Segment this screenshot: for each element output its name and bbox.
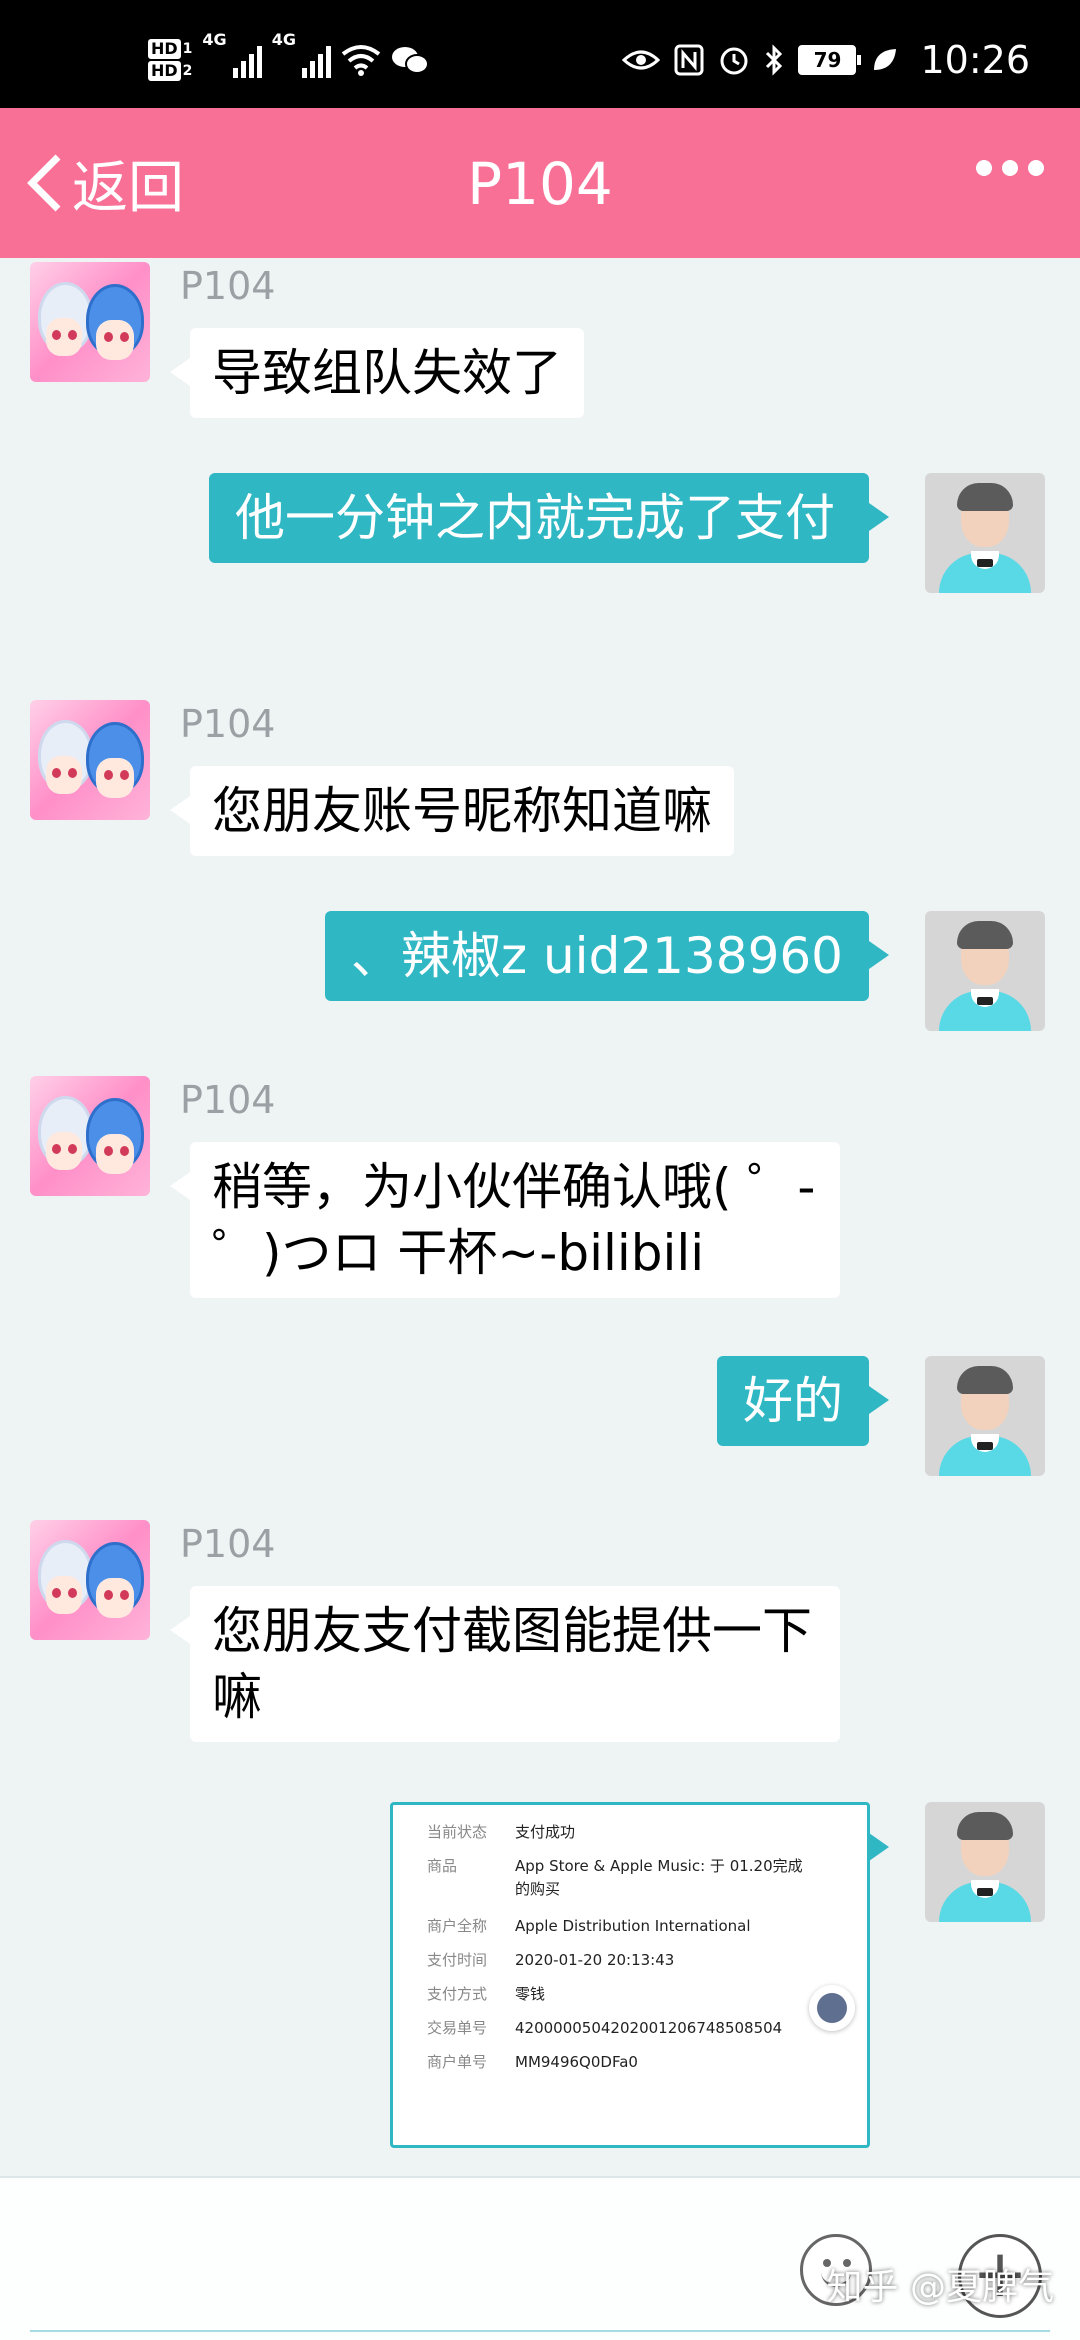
hd1-sub: 1 (182, 41, 193, 57)
receipt-row: 当前状态 支付成功 (427, 1821, 835, 1844)
hd-indicators: HD 1 HD 2 (148, 39, 192, 81)
receipt-label: 支付方式 (427, 1985, 488, 2003)
wifi-icon (341, 45, 381, 76)
hd1-badge: HD (148, 39, 181, 59)
receipt-row: 商品 App Store & Apple Music: 于 01.20完成的购买 (427, 1855, 815, 1901)
agent-avatar[interactable] (30, 262, 150, 382)
eye-comfort-icon (622, 50, 661, 70)
battery-icon: 79 (798, 45, 862, 75)
message-bubble-out[interactable]: 他一分钟之内就完成了支付 (209, 473, 889, 563)
nav-header: 返回 P104 (0, 108, 1080, 258)
receipt-value: 4200000504202001206748508504 (515, 2019, 783, 2037)
receipt-label: 当前状态 (427, 1823, 488, 1841)
user-avatar[interactable] (925, 1356, 1045, 1476)
receipt-row: 商户单号 MM9496Q0DFa0 (427, 2051, 835, 2074)
signal-icon-2 (301, 42, 331, 78)
agent-avatar[interactable] (30, 700, 150, 820)
agent-avatar[interactable] (30, 1076, 150, 1196)
signal-icon-1 (232, 42, 262, 78)
message-bubble-in[interactable]: 您朋友支付截图能提供一下嘛 (170, 1586, 840, 1742)
page-title: P104 (467, 150, 613, 218)
hd2-badge: HD (148, 61, 181, 81)
sender-name: P104 (180, 1078, 276, 1122)
chat-list[interactable]: P104 导致组队失效了 他一分钟之内就完成了支付 P104 您朋友账号昵称知道… (0, 258, 1080, 2176)
message-bubble-out[interactable]: 、辣椒z uid2138960 (324, 911, 890, 1001)
sender-name: P104 (180, 1522, 276, 1566)
sender-name: P104 (180, 702, 276, 746)
network-type-2: 4G (271, 30, 296, 49)
leaf-icon (874, 49, 897, 70)
message-bubble-in[interactable]: 稍等，为小伙伴确认哦( ゜- ゜)つロ 干杯~-bilibili (170, 1142, 840, 1298)
receipt-row: 商户全称 Apple Distribution International (427, 1915, 835, 1938)
alarm-icon (720, 47, 748, 75)
receipt-label: 商户全称 (427, 1917, 488, 1935)
receipt-value: 2020-01-20 20:13:43 (515, 1951, 675, 1969)
message-input[interactable] (30, 2330, 1050, 2332)
status-left: HD 1 HD 2 4G 4G (148, 30, 429, 90)
receipt-value: 零钱 (515, 1985, 546, 2003)
receipt-value: Apple Distribution International (515, 1917, 751, 1935)
hd2-sub: 2 (182, 63, 193, 79)
user-avatar[interactable] (925, 911, 1045, 1031)
bluetooth-icon (766, 44, 783, 76)
message-bubble-out[interactable]: 好的 (717, 1356, 889, 1446)
receipt-row: 支付方式 零钱 (427, 1983, 835, 2006)
receipt-label: 支付时间 (427, 1951, 488, 1969)
user-avatar[interactable] (925, 1802, 1045, 1922)
receipt-label: 商品 (427, 1857, 458, 1875)
message-bubble-in[interactable]: 导致组队失效了 (170, 328, 584, 418)
nfc-icon (674, 44, 704, 76)
receipt-value: 支付成功 (515, 1823, 576, 1841)
receipt-row: 支付时间 2020-01-20 20:13:43 (427, 1949, 835, 1972)
receipt-value: App Store & Apple Music: 于 01.20完成的购买 (515, 1857, 803, 1898)
wechat-icon (391, 47, 429, 74)
payment-screenshot-image[interactable]: 当前状态 支付成功 商品 App Store & Apple Music: 于 01… (390, 1802, 889, 2148)
receipt-label: 交易单号 (427, 2019, 488, 2037)
network-type-1: 4G (202, 30, 227, 49)
more-dots-icon[interactable] (976, 160, 1044, 176)
status-bar: HD 1 HD 2 4G 4G 79 10:26 (0, 0, 1080, 108)
input-bar: + 知乎 @夏脾气 (0, 2176, 1080, 2340)
receipt-label: 商户单号 (427, 2053, 488, 2071)
user-avatar[interactable] (925, 473, 1045, 593)
clock: 10:26 (920, 38, 1030, 82)
receipt-row: 交易单号 4200000504202001206748508504 (427, 2017, 835, 2040)
floating-avatar-badge (809, 1985, 855, 2031)
watermark: 知乎 @夏脾气 (826, 2267, 1054, 2308)
status-right: 79 10:26 (622, 30, 1030, 90)
receipt-value: MM9496Q0DFa0 (515, 2053, 638, 2071)
agent-avatar[interactable] (30, 1520, 150, 1640)
sender-name: P104 (180, 264, 276, 308)
message-bubble-in[interactable]: 您朋友账号昵称知道嘛 (170, 766, 734, 856)
